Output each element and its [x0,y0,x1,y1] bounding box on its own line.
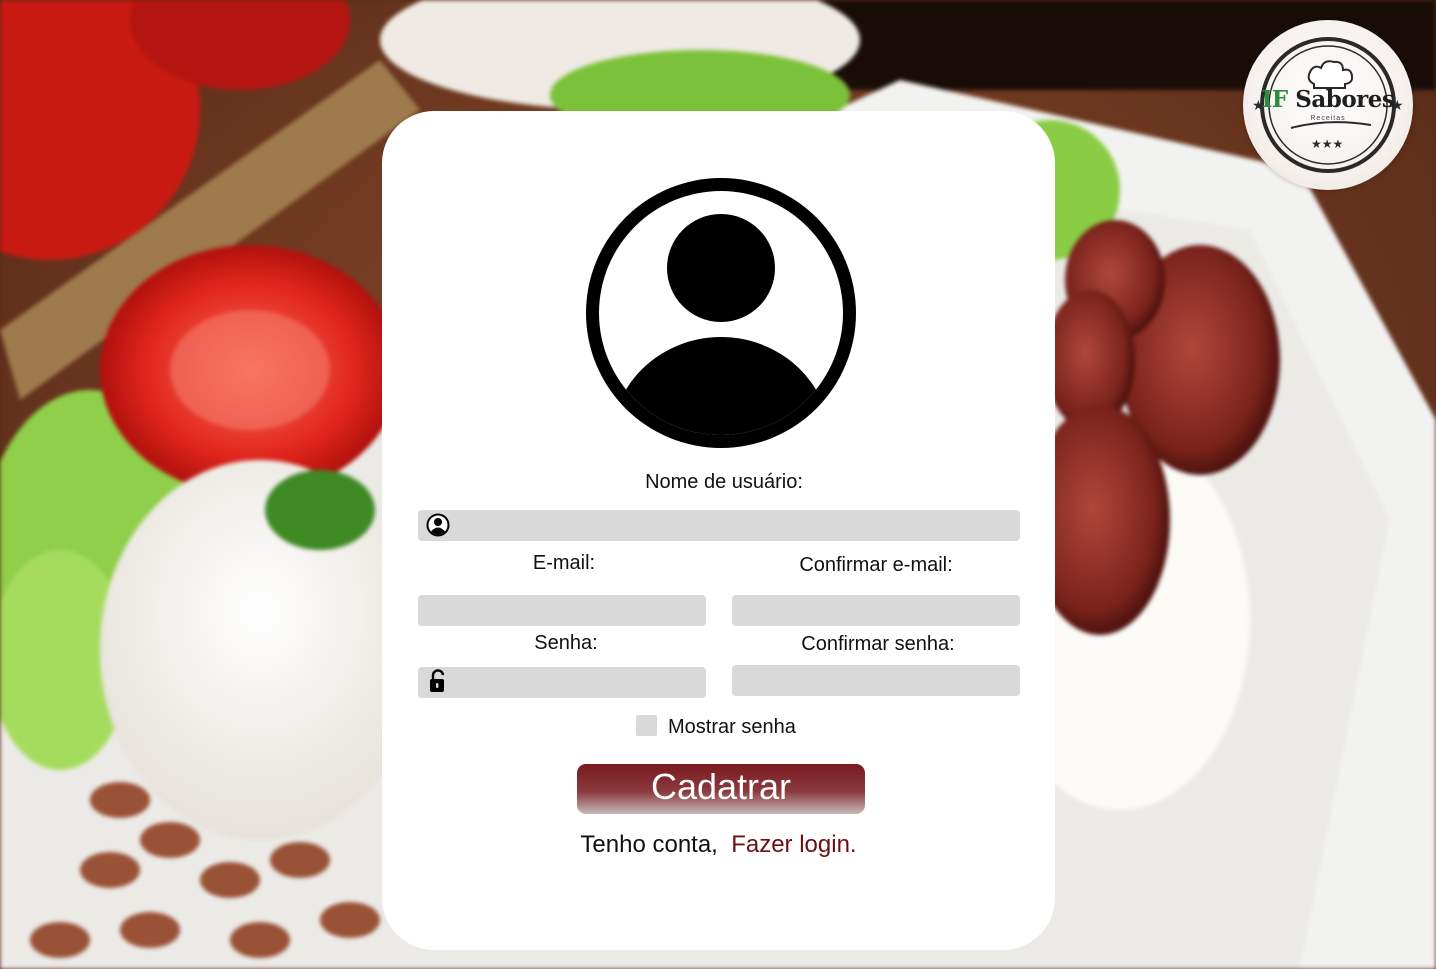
confirm-email-label: Confirmar e-mail: [799,554,953,576]
page: ★ ★ ★★★ IF Sabores Receitas Nome de usuá… [0,0,1436,969]
lock-open-icon [430,669,445,692]
logo-title: IF Sabores [1243,86,1413,113]
login-link[interactable]: Fazer login. [731,831,856,858]
have-account-text: Tenho conta, [580,831,718,858]
logo-primary-text: IF [1261,86,1289,113]
email-label: E-mail: [532,552,596,574]
show-password-label[interactable]: Mostrar senha [668,716,796,739]
register-button[interactable]: Cadatrar [577,764,865,814]
confirm-email-input[interactable] [732,595,1020,626]
logo-tagline: Receitas [1310,115,1346,122]
password-label: Senha: [534,632,598,654]
show-password-checkbox[interactable] [636,715,657,736]
svg-text:★★★: ★★★ [1311,137,1343,151]
logo-name-text: Sabores [1295,86,1395,113]
user-avatar-icon [586,178,856,448]
brand-logo[interactable]: ★ ★ ★★★ IF Sabores Receitas [1243,20,1413,190]
username-label: Nome de usuário: [645,471,803,493]
registration-card: Nome de usuário: E-mail: Confirmar e-mai… [382,111,1055,950]
confirm-password-label: Confirmar senha: [801,633,955,655]
username-input[interactable] [418,510,1020,541]
confirm-password-input[interactable] [732,665,1020,696]
user-circle-icon [426,513,450,537]
password-input[interactable] [418,667,706,698]
login-prompt: Tenho conta, Fazer login. [382,831,1055,859]
email-input[interactable] [418,595,706,626]
